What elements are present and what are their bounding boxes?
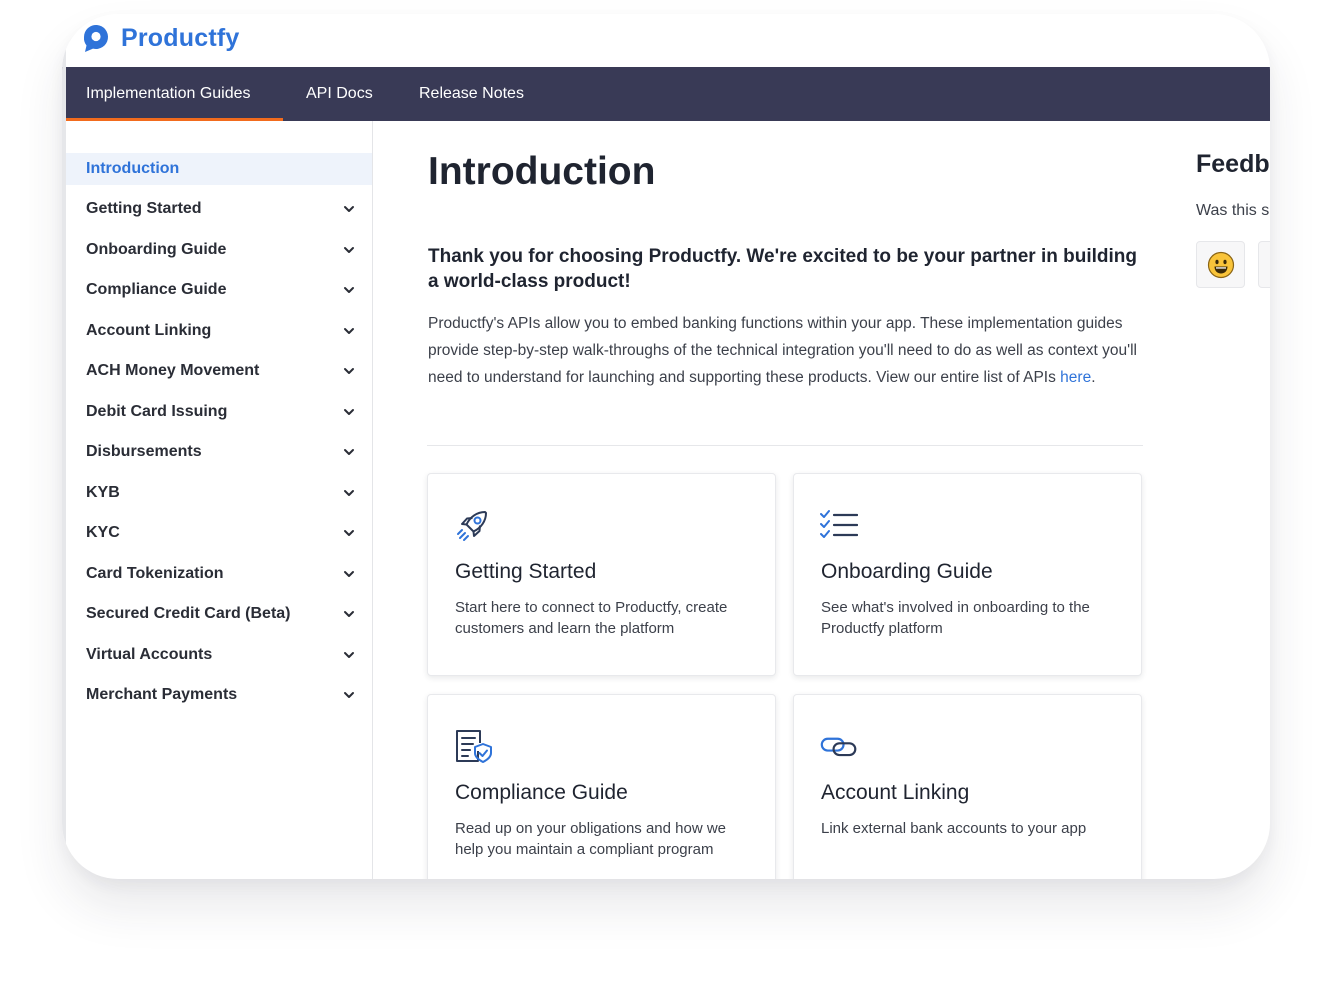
- sidebar-item-getting-started[interactable]: Getting Started: [66, 193, 372, 225]
- sidebar-item-ach-money-movement[interactable]: ACH Money Movement: [66, 355, 372, 387]
- chevron-down-icon[interactable]: [342, 607, 356, 621]
- intro-body-text: Productfy's APIs allow you to embed bank…: [428, 315, 1137, 386]
- sidebar-item-card-tokenization[interactable]: Card Tokenization: [66, 558, 372, 590]
- chevron-down-icon[interactable]: [342, 688, 356, 702]
- card-title: Onboarding Guide: [821, 560, 993, 583]
- chevron-down-icon[interactable]: [342, 445, 356, 459]
- tab-implementation-guides[interactable]: Implementation Guides: [62, 67, 283, 121]
- chevron-down-icon[interactable]: [342, 648, 356, 662]
- intro-lead: Thank you for choosing Productfy. We're …: [428, 246, 1137, 292]
- card-description: Start here to connect to Productfy, crea…: [455, 599, 728, 637]
- sidebar: Introduction Getting Started Onboarding …: [62, 121, 373, 879]
- sidebar-item-disbursements[interactable]: Disbursements: [66, 436, 372, 468]
- card-onboarding-guide[interactable]: Onboarding Guide See what's involved in …: [793, 473, 1142, 676]
- sidebar-item-label: Merchant Payments: [86, 686, 238, 703]
- sidebar-item-label: Compliance Guide: [86, 281, 227, 298]
- tab-release-notes[interactable]: Release Notes: [395, 67, 548, 121]
- feedback-positive-button[interactable]: [1196, 241, 1245, 288]
- sidebar-item-label: Introduction: [86, 160, 180, 177]
- card-description: Link external bank accounts to your app: [821, 820, 1087, 837]
- sidebar-item-secured-credit-card[interactable]: Secured Credit Card (Beta): [66, 598, 372, 630]
- card-title: Account Linking: [821, 781, 970, 804]
- chevron-down-icon[interactable]: [342, 283, 356, 297]
- api-list-link[interactable]: here: [1060, 369, 1091, 386]
- sidebar-item-merchant-payments[interactable]: Merchant Payments: [66, 679, 372, 711]
- chevron-down-icon[interactable]: [342, 324, 356, 338]
- card-title: Compliance Guide: [455, 781, 628, 804]
- card-account-linking[interactable]: Account Linking Link external bank accou…: [793, 694, 1142, 879]
- productfy-logo-icon: [83, 24, 108, 52]
- chevron-down-icon[interactable]: [342, 567, 356, 581]
- sidebar-item-label: ACH Money Movement: [86, 362, 260, 379]
- chevron-down-icon[interactable]: [342, 202, 356, 216]
- sidebar-item-account-linking[interactable]: Account Linking: [66, 315, 372, 347]
- sidebar-item-label: KYB: [86, 484, 120, 501]
- sidebar-item-label: Card Tokenization: [86, 565, 224, 582]
- sidebar-item-kyc[interactable]: KYC: [66, 517, 372, 549]
- document-shield-icon: [456, 730, 492, 763]
- tab-api-docs[interactable]: API Docs: [282, 67, 397, 121]
- feedback-second-button[interactable]: [1258, 241, 1270, 288]
- brand-name: Productfy: [121, 23, 240, 52]
- feedback-title: Feedb: [1196, 150, 1270, 178]
- logo-bar: Productfy: [62, 14, 1270, 67]
- chevron-down-icon[interactable]: [342, 364, 356, 378]
- chevron-down-icon[interactable]: [342, 486, 356, 500]
- sidebar-item-label: KYC: [86, 524, 120, 541]
- chevron-down-icon[interactable]: [342, 243, 356, 257]
- card-getting-started[interactable]: Getting Started Start here to connect to…: [427, 473, 776, 676]
- sidebar-item-onboarding-guide[interactable]: Onboarding Guide: [66, 234, 372, 266]
- sidebar-item-label: Account Linking: [86, 322, 212, 339]
- feedback-question: Was this s: [1196, 202, 1270, 219]
- app-window: Productfy Implementation Guides API Docs…: [62, 14, 1270, 879]
- intro-body-end: .: [1091, 369, 1096, 386]
- sidebar-item-label: Debit Card Issuing: [86, 403, 228, 420]
- link-icon: [820, 737, 857, 757]
- chevron-down-icon[interactable]: [342, 526, 356, 540]
- card-description: See what's involved in onboarding to the…: [821, 599, 1090, 637]
- sidebar-item-debit-card-issuing[interactable]: Debit Card Issuing: [66, 396, 372, 428]
- sidebar-item-label: Secured Credit Card (Beta): [86, 605, 291, 622]
- top-nav: Implementation Guides API Docs Release N…: [62, 67, 1270, 121]
- sidebar-item-label: Onboarding Guide: [86, 241, 227, 258]
- card-description: Read up on your obligations and how we h…: [455, 820, 727, 858]
- sidebar-item-compliance-guide[interactable]: Compliance Guide: [66, 274, 372, 306]
- rocket-icon: [457, 511, 487, 541]
- checklist-icon: [820, 510, 858, 538]
- page-title: Introduction: [428, 150, 656, 193]
- card-compliance-guide[interactable]: Compliance Guide Read up on your obligat…: [427, 694, 776, 879]
- card-title: Getting Started: [455, 560, 597, 583]
- sidebar-item-label: Disbursements: [86, 443, 202, 460]
- sidebar-item-label: Getting Started: [86, 200, 202, 217]
- sidebar-item-introduction[interactable]: Introduction: [66, 153, 372, 185]
- sidebar-item-virtual-accounts[interactable]: Virtual Accounts: [66, 639, 372, 671]
- sidebar-item-label: Virtual Accounts: [86, 646, 213, 663]
- divider: [427, 445, 1143, 446]
- chevron-down-icon[interactable]: [342, 405, 356, 419]
- smile-emoji-icon: [1207, 251, 1234, 278]
- brand-logo[interactable]: Productfy: [80, 22, 239, 54]
- intro-body: Productfy's APIs allow you to embed bank…: [428, 310, 1148, 391]
- sidebar-item-kyb[interactable]: KYB: [66, 477, 372, 509]
